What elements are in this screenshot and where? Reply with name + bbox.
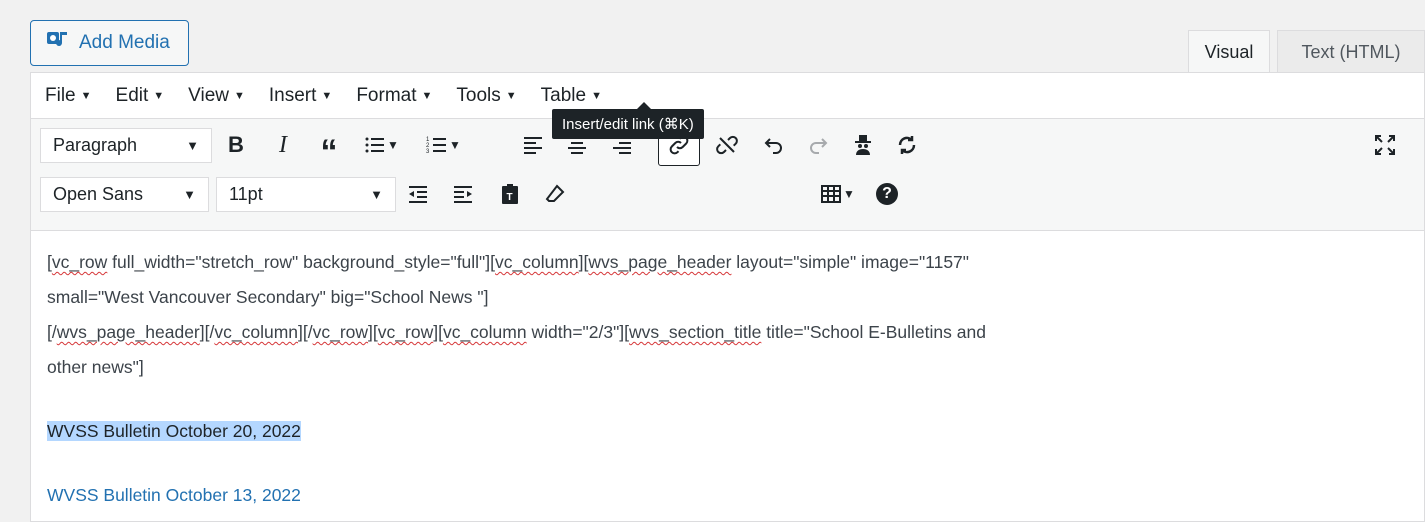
chevron-down-icon: ▼ [370,187,383,202]
refresh-button[interactable] [888,126,926,164]
menu-table[interactable]: Table ▼ [541,85,602,107]
chevron-down-icon: ▼ [387,138,399,152]
menu-tools[interactable]: Tools ▼ [456,85,516,107]
chevron-down-icon: ▼ [186,138,199,153]
font-size-select[interactable]: 11pt ▼ [216,177,396,212]
spy-button[interactable] [844,126,882,164]
numbered-list-icon: 123 [426,137,447,155]
redo-icon [810,138,828,154]
outdent-button[interactable] [399,175,437,213]
paste-as-text-icon: T [502,184,518,204]
add-media-label: Add Media [79,32,170,53]
clear-formatting-icon [545,184,565,202]
tab-text-html[interactable]: Text (HTML) [1277,30,1425,73]
indent-button[interactable] [444,175,482,213]
svg-text:3: 3 [426,149,430,155]
selected-paragraph: WVSS Bulletin October 20, 2022 [47,414,1224,449]
paste-as-text-button[interactable]: T [491,175,529,213]
refresh-icon [898,136,916,154]
table-button[interactable]: ▼ [811,175,863,213]
menu-insert[interactable]: Insert ▼ [269,85,332,107]
bold-icon: B [228,132,244,157]
table-icon [821,185,842,203]
bulletin-link[interactable]: WVSS Bulletin October 13, 2022 [47,478,1224,513]
chevron-down-icon: ▼ [449,138,461,152]
clear-formatting-button[interactable] [536,175,574,213]
blockquote-button[interactable]: “ [310,126,348,171]
content-line-1: [vc_row full_width="stretch_row" backgro… [47,252,969,272]
outdent-icon [409,186,427,203]
italic-button[interactable]: I [264,126,302,164]
blockquote-icon: “ [320,132,338,171]
svg-text:T: T [507,192,513,203]
paragraph-select-value: Paragraph [53,135,138,155]
font-family-select[interactable]: Open Sans ▼ [40,177,209,212]
align-left-button[interactable] [514,126,552,164]
italic-icon: I [279,131,287,158]
font-size-value: 11pt [229,184,263,204]
menu-file[interactable]: File ▼ [45,85,92,107]
menu-format[interactable]: Format ▼ [356,85,432,107]
align-left-icon [524,137,542,154]
menu-edit[interactable]: Edit ▼ [116,85,165,107]
bullet-list-button[interactable]: ▼ [355,126,407,164]
tab-visual[interactable]: Visual [1188,30,1270,73]
menu-view[interactable]: View ▼ [188,85,245,107]
content-line-2: small="West Vancouver Secondary" big="Sc… [47,287,489,307]
chevron-down-icon: ▼ [183,187,196,202]
bullet-list-icon [365,137,385,153]
toolbar: Paragraph ▼ B I “ ▼ 123 ▼ Open Sans ▼ 11… [31,119,1424,231]
font-family-value: Open Sans [53,184,144,204]
bold-button[interactable]: B [217,126,255,164]
content-line-4: other news"] [47,357,144,377]
add-media-button[interactable]: Add Media [30,20,189,66]
numbered-list-button[interactable]: 123 ▼ [417,126,469,164]
editor: File ▼ Edit ▼ View ▼ Insert ▼ Format ▼ Tools ▼… [30,72,1425,522]
help-icon: ? [876,183,898,205]
paragraph-select[interactable]: Paragraph ▼ [40,128,212,163]
indent-icon [454,186,472,203]
insert-link-tooltip: Insert/edit link (⌘K) [552,102,704,139]
fullscreen-button[interactable] [1366,126,1404,164]
content-line-3: [/wvs_page_header][/vc_column][/vc_row][… [47,322,986,342]
help-button[interactable]: ? [868,175,906,213]
chevron-down-icon: ▼ [843,187,855,201]
fullscreen-icon [1375,135,1395,155]
unlink-button[interactable] [708,126,746,164]
spy-icon [855,135,871,155]
undo-button[interactable] [755,126,793,164]
redo-button[interactable] [799,126,837,164]
menubar: File ▼ Edit ▼ View ▼ Insert ▼ Format ▼ Tools ▼… [31,73,1424,119]
unlink-icon [716,135,738,155]
editor-content[interactable]: [vc_row full_width="stretch_row" backgro… [47,245,1224,513]
media-upload-icon [45,28,69,58]
undo-icon [764,138,782,154]
selected-text: WVSS Bulletin October 20, 2022 [47,421,301,441]
